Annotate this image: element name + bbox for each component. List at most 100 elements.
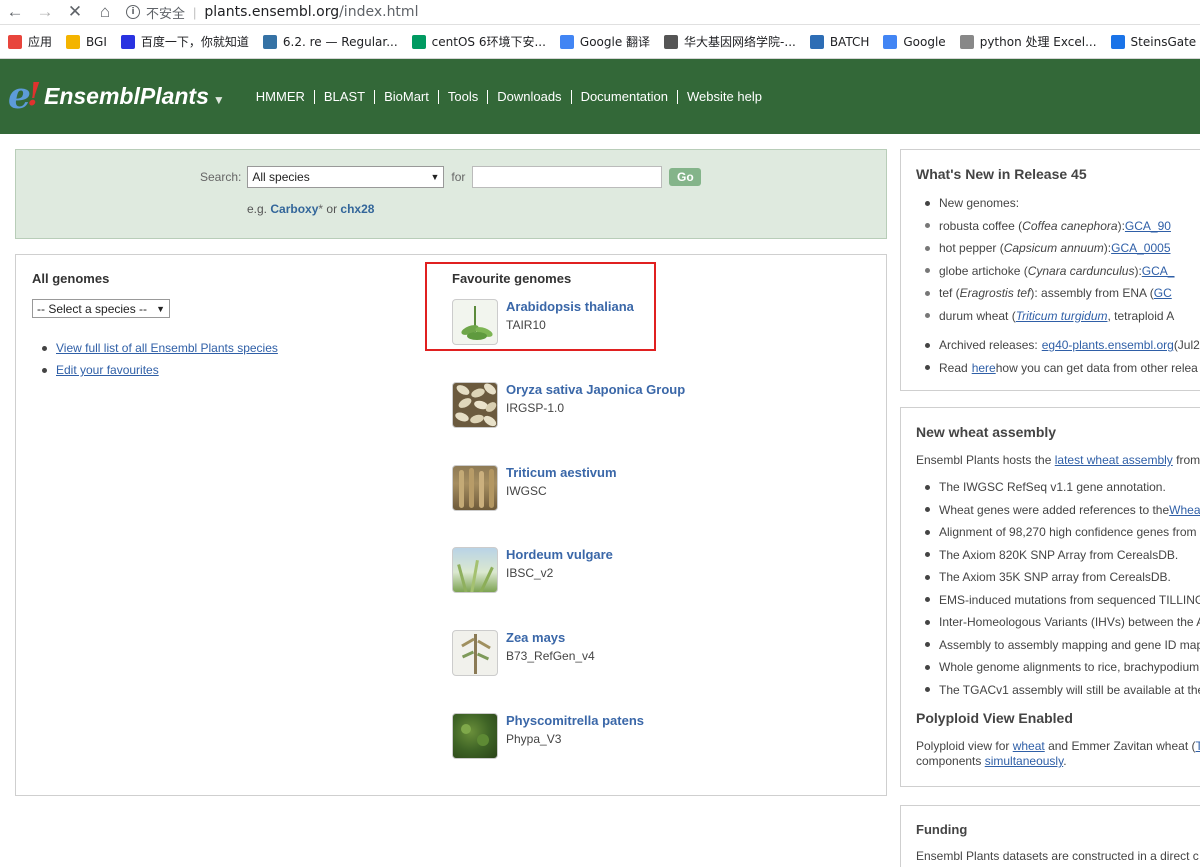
ensembl-plants-logo[interactable]: e! EnsemblPlants ▼ xyxy=(8,75,225,117)
read-here-link[interactable]: here xyxy=(972,361,996,375)
bookmark-item[interactable]: SteinsGate【... xyxy=(1110,33,1200,50)
wheat-feature-text: Assembly to assembly mapping and gene ID… xyxy=(939,637,1200,652)
latest-wheat-assembly-link[interactable]: latest wheat assembly xyxy=(1055,453,1173,467)
bookmark-item[interactable]: python 处理 Excel... xyxy=(959,33,1097,50)
wheat-reference-link[interactable]: Whea xyxy=(1169,503,1200,517)
bookmark-item[interactable]: BATCH xyxy=(809,34,869,49)
favourite-genome-physcomitrella[interactable]: Physcomitrella patens Phypa_V3 xyxy=(452,713,644,759)
nav-link-blast[interactable]: BLAST xyxy=(313,89,374,104)
triticum-thumbnail xyxy=(452,465,498,511)
genome-assembly: IWGSC xyxy=(506,484,547,498)
site-header: e! EnsemblPlants ▼ HMMER BLAST BioMart Tool… xyxy=(0,59,1200,134)
go-button[interactable]: Go xyxy=(669,168,702,186)
simultaneously-link[interactable]: simultaneously xyxy=(985,754,1063,768)
favourite-genome-arabidopsis[interactable]: Arabidopsis thaliana TAIR10 xyxy=(452,299,634,345)
genome-common-name: robusta coffee ( xyxy=(939,218,1023,233)
browser-address-bar: ← → ✕ ⌂ i 不安全 | plants.ensembl.org/index… xyxy=(0,0,1200,25)
view-full-species-list-link[interactable]: View full list of all Ensembl Plants spe… xyxy=(56,341,278,355)
species-select[interactable]: All species ▼ xyxy=(247,166,445,188)
example-link-carboxy[interactable]: Carboxy xyxy=(270,202,318,216)
genome-latin-name: Eragrostis tef xyxy=(959,286,1031,301)
archived-releases-link[interactable]: eg40-plants.ensembl.org xyxy=(1042,338,1174,352)
bookmark-item[interactable]: 6.2. re — Regular... xyxy=(262,34,398,49)
genome-post: ): xyxy=(1103,241,1112,256)
bullet-icon xyxy=(925,664,930,670)
genome-name[interactable]: Oryza sativa Japonica Group xyxy=(506,382,685,398)
bullet-icon xyxy=(925,313,930,319)
list-item: The Axiom 35K SNP array from CerealsDB. xyxy=(925,566,1200,589)
polyploid-text: Polyploid view for wheat and Emmer Zavit… xyxy=(916,739,1200,754)
select-species-dropdown[interactable]: -- Select a species -- ▼ xyxy=(32,299,170,318)
wheat-polyploid-link[interactable]: wheat xyxy=(1013,739,1045,753)
edit-favourites-link[interactable]: Edit your favourites xyxy=(56,363,159,377)
genome-latin-name[interactable]: Triticum turgidum xyxy=(1016,309,1108,323)
bookmark-item[interactable]: centOS 6环境下安... xyxy=(411,33,546,50)
genome-post: ): assembly from ENA ( xyxy=(1030,286,1154,301)
favourite-genome-hordeum[interactable]: Hordeum vulgare IBSC_v2 xyxy=(452,547,613,593)
poly-line2-pre: components xyxy=(916,754,985,768)
bookmark-item[interactable]: Google 翻译 xyxy=(559,33,650,50)
genomes-panel: All genomes -- Select a species -- ▼ Vie… xyxy=(15,254,887,796)
genome-post: ): xyxy=(1117,218,1125,233)
read-post: how you can get data from other relea xyxy=(995,360,1198,375)
genome-name[interactable]: Hordeum vulgare xyxy=(506,547,613,563)
nav-link-tools[interactable]: Tools xyxy=(437,89,487,104)
forward-arrow-icon[interactable]: → xyxy=(30,0,60,25)
caret-down-icon[interactable]: ▼ xyxy=(213,93,225,107)
genome-assembly: IRGSP-1.0 xyxy=(506,401,565,415)
search-examples: e.g. Carboxy* or chx28 xyxy=(247,202,374,216)
bookmark-item[interactable]: 百度一下，你就知道 xyxy=(120,33,249,50)
nav-link-website-help[interactable]: Website help xyxy=(677,89,771,104)
bookmarks-bar: 应用 BGI 百度一下，你就知道 6.2. re — Regular... centOS… xyxy=(0,25,1200,59)
genome-name[interactable]: Triticum aestivum xyxy=(506,465,617,481)
bookmark-item[interactable]: BGI xyxy=(66,34,107,49)
bookmark-item[interactable]: 华大基因网络学院-... xyxy=(664,33,796,50)
poly-line2-post: . xyxy=(1063,754,1067,768)
arabidopsis-thumbnail xyxy=(452,299,498,345)
genome-name[interactable]: Zea mays xyxy=(506,630,595,646)
home-icon[interactable]: ⌂ xyxy=(90,0,120,25)
dropdown-arrow-icon: ▼ xyxy=(156,303,165,314)
wheat-feature-text: The Axiom 35K SNP array from CerealsDB. xyxy=(939,570,1171,585)
nav-link-downloads[interactable]: Downloads xyxy=(487,89,570,104)
genome-assembly-link[interactable]: GCA_90 xyxy=(1125,219,1171,233)
nav-link-biomart[interactable]: BioMart xyxy=(374,89,438,104)
search-row: Search: All species ▼ for Go xyxy=(200,166,702,188)
bookmark-item[interactable]: Google xyxy=(883,34,946,49)
genome-name[interactable]: Arabidopsis thaliana xyxy=(506,299,634,315)
polyploid-text-line2: components simultaneously. xyxy=(916,754,1200,769)
genome-assembly-link[interactable]: GCA_0005 xyxy=(1111,241,1170,255)
search-input[interactable] xyxy=(472,166,663,188)
bookmark-item[interactable]: 应用 xyxy=(8,33,52,50)
wheat-feature-text: EMS-induced mutations from sequenced TIL… xyxy=(939,592,1200,607)
bullet-icon xyxy=(925,245,930,251)
back-arrow-icon[interactable]: ← xyxy=(0,0,30,25)
info-icon[interactable]: i xyxy=(126,5,140,19)
url-box[interactable]: i 不安全 | plants.ensembl.org/index.html xyxy=(126,0,1200,25)
genome-name[interactable]: Physcomitrella patens xyxy=(506,713,644,729)
favourite-genome-oryza[interactable]: Oryza sativa Japonica Group IRGSP-1.0 xyxy=(452,382,685,428)
url-text[interactable]: plants.ensembl.org/index.html xyxy=(204,4,418,20)
favourite-genome-zea[interactable]: Zea mays B73_RefGen_v4 xyxy=(452,630,595,676)
favourite-genome-triticum[interactable]: Triticum aestivum IWGSC xyxy=(452,465,617,511)
list-item: Inter-Homeologous Variants (IHVs) betwee… xyxy=(925,611,1200,634)
genome-latin-name: Coffea canephora xyxy=(1022,218,1118,233)
all-genomes-links: View full list of all Ensembl Plants spe… xyxy=(42,341,278,385)
stop-loading-icon[interactable]: ✕ xyxy=(60,0,90,25)
eg-or: or xyxy=(326,202,338,216)
genome-assembly-link[interactable]: GCA_ xyxy=(1142,264,1175,278)
nav-link-documentation[interactable]: Documentation xyxy=(570,89,677,104)
url-path: /index.html xyxy=(339,4,419,20)
bullet-icon xyxy=(925,342,930,348)
example-link-chx28[interactable]: chx28 xyxy=(340,202,374,216)
bullet-icon xyxy=(925,552,930,558)
genome-assembly-link[interactable]: GC xyxy=(1154,286,1172,300)
bullet-icon xyxy=(925,597,930,603)
poly-pre: Polyploid view for xyxy=(916,739,1013,753)
wheat-heading: New wheat assembly xyxy=(916,424,1057,440)
list-item: tef (Eragrostis tef): assembly from ENA … xyxy=(925,282,1200,305)
emmer-link[interactable]: T xyxy=(1195,739,1200,753)
wheat-feature-text: The TGACv1 assembly will still be availa… xyxy=(939,682,1200,697)
bookmark-favicon-icon xyxy=(959,34,974,49)
nav-link-hmmer[interactable]: HMMER xyxy=(247,89,314,104)
